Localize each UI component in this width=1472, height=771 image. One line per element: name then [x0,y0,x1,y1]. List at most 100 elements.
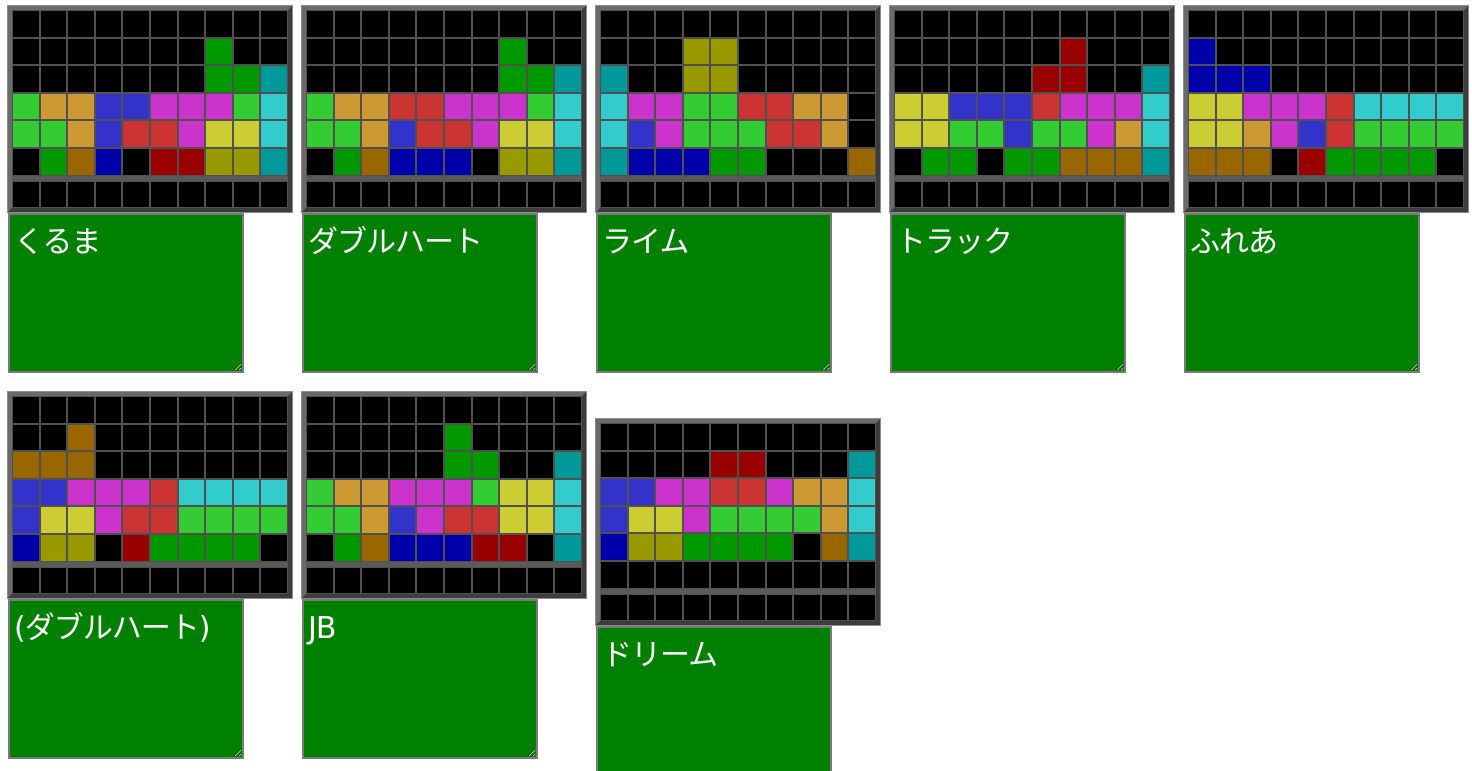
next-row-cell[interactable] [848,180,876,209]
board-cell[interactable] [1408,65,1437,93]
board-cell[interactable] [627,533,656,561]
next-row-cell[interactable] [765,593,794,622]
board-cell[interactable] [232,506,261,534]
board-cell[interactable] [12,533,40,562]
board-cell[interactable] [388,120,417,148]
board-cell[interactable] [682,478,711,506]
board-cell[interactable] [471,478,500,507]
next-row-cell[interactable] [39,566,68,595]
board-cell[interactable] [655,147,683,176]
board-cell[interactable] [820,450,849,479]
next-row-cell[interactable] [388,180,417,209]
board-cell[interactable] [149,120,178,148]
board-cell[interactable] [122,92,150,121]
board-cell[interactable] [499,65,527,93]
board-cell[interactable] [627,505,656,534]
board-cell[interactable] [205,37,233,66]
board-cell[interactable] [12,92,40,121]
board-cell[interactable] [333,506,362,534]
board-cell[interactable] [1408,147,1437,176]
board-cell[interactable] [416,147,444,176]
board-cell[interactable] [600,37,628,66]
board-cell[interactable] [94,396,123,424]
board-cell[interactable] [737,560,766,589]
next-row-cell[interactable] [499,180,527,209]
board-cell[interactable] [416,451,444,479]
board-cell[interactable] [710,147,738,176]
next-row-cell[interactable] [1298,180,1326,209]
board-cell[interactable] [894,37,922,66]
board-cell[interactable] [526,396,555,424]
board-cell[interactable] [232,451,261,479]
board-cell[interactable] [710,505,738,534]
board-cell[interactable] [710,65,738,93]
board-cell[interactable] [1215,92,1244,121]
board-cell[interactable] [333,533,362,562]
board-cell[interactable] [655,65,683,93]
board-cell[interactable] [1188,37,1216,66]
board-cell[interactable] [600,505,628,534]
board-cell[interactable] [526,10,555,38]
next-row-cell[interactable] [554,566,582,595]
board-cell[interactable] [848,120,876,148]
board-cell[interactable] [361,92,389,121]
board-cell[interactable] [793,37,821,66]
board-cell[interactable] [1325,65,1354,93]
board-cell[interactable] [416,120,444,148]
board-cell[interactable] [1059,120,1088,148]
board-cell[interactable] [793,450,821,479]
board-cell[interactable] [471,451,500,479]
next-row-cell[interactable] [1188,180,1216,209]
next-row-cell[interactable] [1059,180,1088,209]
board-cell[interactable] [848,147,876,176]
board-cell[interactable] [949,147,977,176]
board-cell[interactable] [627,450,656,479]
board-cell[interactable] [416,92,444,121]
board-cell[interactable] [1408,92,1437,121]
board-cell[interactable] [526,478,555,507]
board-cell[interactable] [894,10,922,38]
board-cell[interactable] [499,506,527,534]
next-row-cell[interactable] [333,566,362,595]
board-cell[interactable] [848,10,876,38]
board-cell[interactable] [655,10,683,38]
board-cell[interactable] [627,478,656,506]
board-cell[interactable] [205,506,233,534]
board-cell[interactable] [443,423,472,452]
board-cell[interactable] [388,37,417,66]
board-cell[interactable] [333,37,362,66]
board-cell[interactable] [388,478,417,507]
board-cell[interactable] [1298,65,1326,93]
board-cell[interactable] [177,396,206,424]
board-cell[interactable] [600,533,628,561]
board-cell[interactable] [499,10,527,38]
board-cell[interactable] [12,396,40,424]
board-cell[interactable] [122,423,150,452]
board-cell[interactable] [1188,120,1216,148]
board-cell[interactable] [177,533,206,562]
board-cell[interactable] [1353,65,1382,93]
board-cell[interactable] [471,506,500,534]
board-cell[interactable] [260,92,288,121]
board-cell[interactable] [1408,10,1437,38]
board-cell[interactable] [122,533,150,562]
board-cell[interactable] [1381,65,1409,93]
board-cell[interactable] [627,560,656,589]
board-cell[interactable] [388,147,417,176]
board-cell[interactable] [471,396,500,424]
board-cell[interactable] [1325,37,1354,66]
board-cell[interactable] [471,92,500,121]
board-cell[interactable] [471,10,500,38]
board-cell[interactable] [1381,120,1409,148]
board-cell[interactable] [471,533,500,562]
board-cell[interactable] [443,37,472,66]
pattern-board[interactable] [595,417,881,627]
board-cell[interactable] [443,92,472,121]
next-row-grid[interactable] [894,180,1170,209]
board-cell[interactable] [306,396,334,424]
board-cell[interactable] [499,533,527,562]
board-cell[interactable] [554,423,582,452]
board-cell[interactable] [1031,37,1060,66]
board-cell[interactable] [416,506,444,534]
board-cell[interactable] [149,10,178,38]
